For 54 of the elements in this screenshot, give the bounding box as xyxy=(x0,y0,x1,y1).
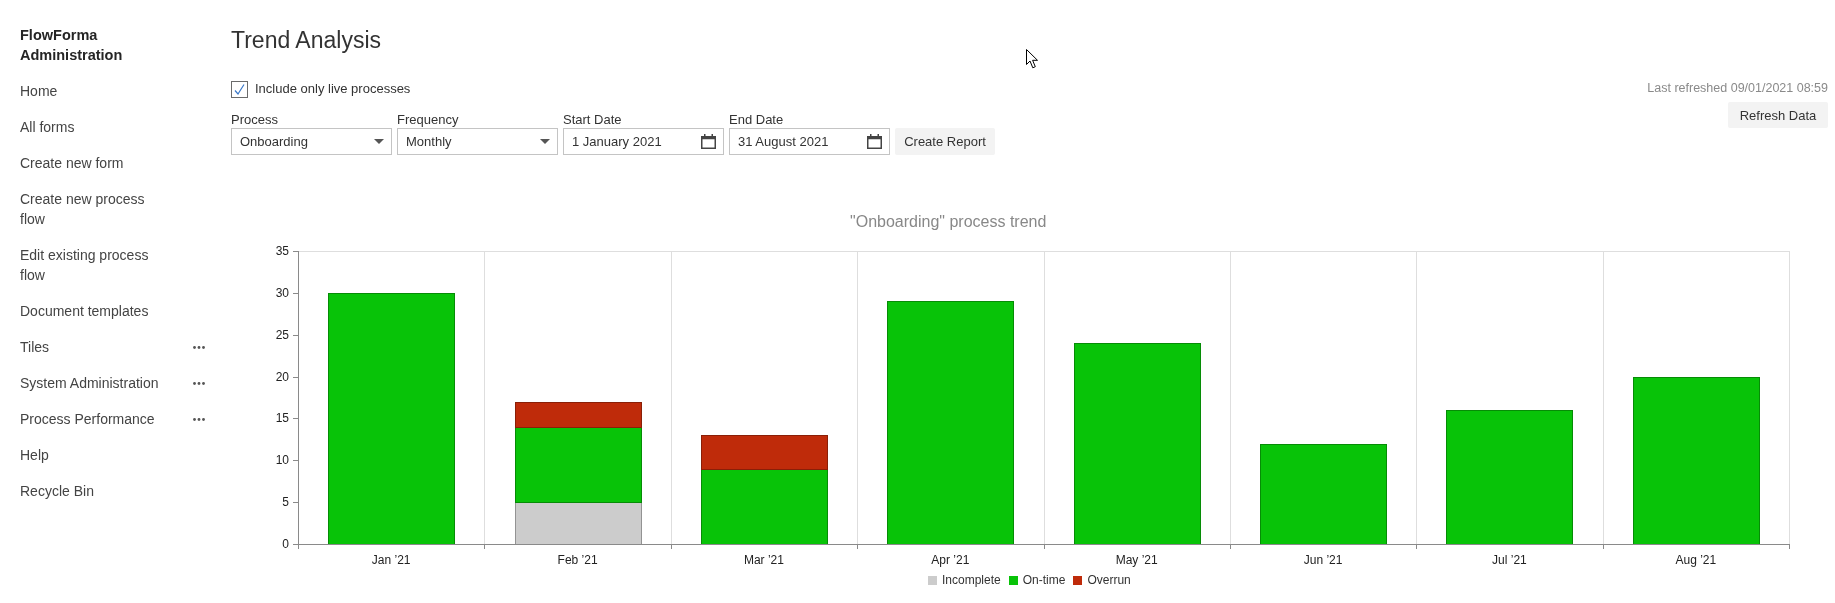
field-label: End Date xyxy=(729,112,784,128)
caret-down-icon xyxy=(540,139,550,144)
ellipsis-icon[interactable] xyxy=(193,417,205,421)
x-tick-label: Mar ’21 xyxy=(743,553,784,567)
chart-title: "Onboarding" process trend xyxy=(850,212,1047,232)
y-tick-label: 5 xyxy=(282,495,289,510)
nav-link[interactable]: System Administration xyxy=(20,373,159,393)
x-tick-label: Jul ’21 xyxy=(1492,553,1527,567)
field-label: Frequency xyxy=(397,112,459,128)
dropdown[interactable]: Onboarding xyxy=(231,128,392,155)
nav-link[interactable]: Process Performance xyxy=(20,409,155,429)
date-field[interactable]: 1 January 2021 xyxy=(563,128,724,155)
ellipsis-icon[interactable] xyxy=(193,381,205,385)
last-refreshed-text: Last refreshed 09/01/2021 08:59 xyxy=(1647,80,1828,96)
calendar-icon[interactable] xyxy=(867,134,882,149)
legend-label[interactable]: Overrun xyxy=(1087,573,1131,587)
x-tick-label: Feb ’21 xyxy=(557,553,598,567)
x-tick-label: Jan ’21 xyxy=(371,553,411,567)
date-field[interactable]: 31 August 2021 xyxy=(729,128,890,155)
x-tick-label: Aug ’21 xyxy=(1675,553,1717,567)
refresh-data-button[interactable]: Refresh Data xyxy=(1728,102,1828,128)
checkbox-label: Include only live processes xyxy=(255,81,411,97)
legend-label[interactable]: Incomplete xyxy=(942,573,1001,587)
field-label: Start Date xyxy=(563,112,622,128)
x-tick-label: Jun ’21 xyxy=(1303,553,1343,567)
x-tick-label: Apr ’21 xyxy=(931,553,970,567)
y-tick-label: 20 xyxy=(275,369,289,384)
nav-link[interactable]: Create new form xyxy=(20,153,124,173)
nav-link[interactable]: Help xyxy=(20,445,49,465)
calendar-icon[interactable] xyxy=(701,134,716,149)
y-tick-label: 35 xyxy=(275,244,289,258)
nav-link[interactable]: Home xyxy=(20,81,58,101)
mouse-pointer-icon xyxy=(1026,49,1039,69)
nav-link[interactable]: Tiles xyxy=(20,337,50,357)
dropdown[interactable]: Monthly xyxy=(397,128,558,155)
nav-link[interactable]: Create new process flow xyxy=(20,189,167,229)
nav-link[interactable]: Edit existing process flow xyxy=(20,245,167,285)
y-tick-label: 30 xyxy=(275,285,289,300)
y-tick-label: 0 xyxy=(282,537,289,551)
x-tick-label: May ’21 xyxy=(1115,553,1158,567)
nav-link[interactable]: All forms xyxy=(20,117,75,137)
y-tick-label: 10 xyxy=(275,453,289,468)
checkbox[interactable] xyxy=(231,80,248,98)
caret-down-icon xyxy=(374,139,384,144)
app-title: FlowForma Administration xyxy=(20,26,124,65)
nav-link[interactable]: Recycle Bin xyxy=(20,481,94,501)
y-tick-label: 25 xyxy=(275,327,289,342)
field-label: Process xyxy=(231,112,278,128)
create-report-button[interactable]: Create Report xyxy=(895,128,995,155)
page-title: Trend Analysis xyxy=(231,26,381,54)
legend-label[interactable]: On-time xyxy=(1022,573,1066,587)
y-tick-label: 15 xyxy=(275,411,289,426)
nav-link[interactable]: Document templates xyxy=(20,301,149,321)
ellipsis-icon[interactable] xyxy=(193,345,205,349)
